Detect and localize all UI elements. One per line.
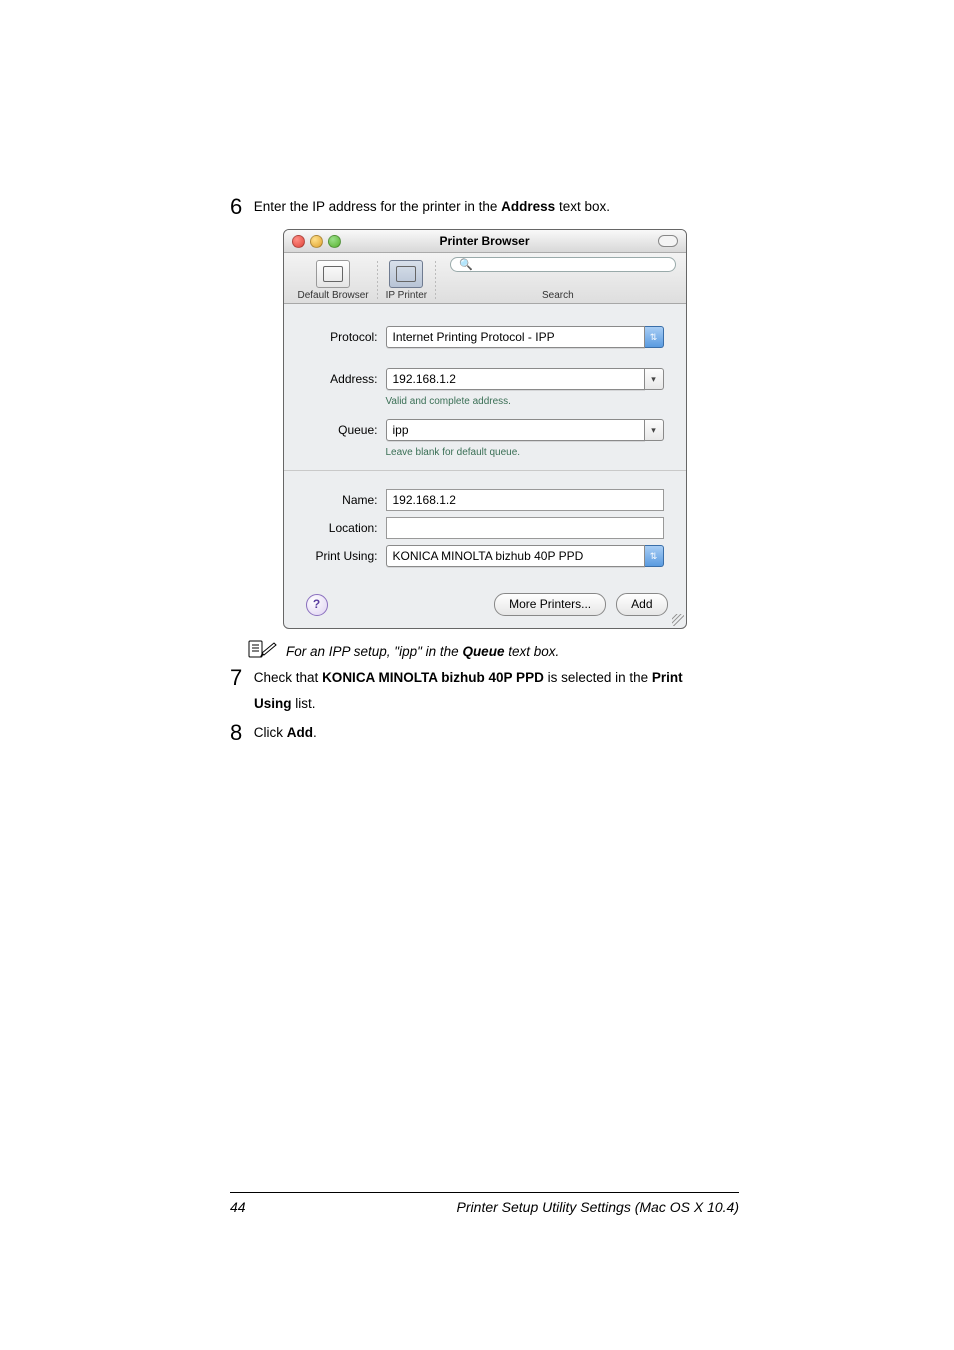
step-7-bold2: Print [652, 670, 683, 685]
default-browser-label: Default Browser [298, 290, 369, 301]
address-input[interactable]: 192.168.1.2 [386, 368, 645, 390]
protocol-label: Protocol: [306, 330, 386, 344]
help-button[interactable]: ? [306, 594, 328, 616]
page-number: 44 [230, 1199, 246, 1215]
printer-ip-icon [396, 266, 416, 282]
step-6-text-bold: Address [501, 199, 555, 214]
step-7-pre: Check that [254, 670, 322, 685]
print-using-label: Print Using: [306, 549, 386, 563]
step-7: 7 Check that KONICA MINOLTA bizhub 40P P… [230, 661, 739, 694]
step-6-text-post: text box. [555, 199, 610, 214]
footer-title: Printer Setup Utility Settings (Mac OS X… [457, 1199, 739, 1215]
titlebar: Printer Browser [284, 230, 686, 253]
step-7-number: 7 [230, 661, 250, 694]
more-printers-button[interactable]: More Printers... [494, 593, 606, 616]
protocol-dropdown-icon[interactable]: ⇅ [645, 326, 664, 348]
protocol-select[interactable]: Internet Printing Protocol - IPP [386, 326, 645, 348]
divider [284, 470, 686, 471]
queue-input[interactable]: ipp [386, 419, 645, 441]
location-label: Location: [306, 521, 386, 535]
print-using-dropdown-icon[interactable]: ⇅ [645, 545, 664, 567]
note-icon [248, 639, 278, 659]
step-8-post: . [313, 725, 317, 740]
ip-printer-label: IP Printer [386, 290, 428, 301]
name-label: Name: [306, 493, 386, 507]
toolbar-toggle-icon[interactable] [658, 235, 678, 247]
step-7-cont-post: list. [292, 696, 316, 711]
toolbar-separator [435, 261, 436, 301]
note-post: text box. [504, 644, 559, 659]
step-8-pre: Click [254, 725, 287, 740]
queue-history-icon[interactable]: ▾ [645, 419, 664, 441]
step-7-cont: Using list. [254, 694, 739, 714]
step-6: 6 Enter the IP address for the printer i… [230, 190, 739, 223]
toolbar: Default Browser IP Printer 🔍 Search [284, 253, 686, 304]
print-using-select[interactable]: KONICA MINOLTA bizhub 40P PPD [386, 545, 645, 567]
add-button[interactable]: Add [616, 593, 667, 616]
step-7-mid: is selected in the [544, 670, 652, 685]
window-title: Printer Browser [284, 234, 686, 248]
resize-handle-icon[interactable] [672, 614, 684, 626]
address-history-icon[interactable]: ▾ [645, 368, 664, 390]
printer-icon [323, 266, 343, 282]
address-label: Address: [306, 372, 386, 386]
toolbar-separator [377, 261, 378, 301]
search-label: Search [440, 290, 675, 301]
step-8: 8 Click Add. [230, 716, 739, 749]
search-icon: 🔍 [459, 258, 473, 271]
printer-browser-dialog: Printer Browser Default Browser IP Print… [283, 229, 687, 629]
note: For an IPP setup, "ipp" in the Queue tex… [248, 639, 739, 659]
note-pre: For an IPP setup, "ipp" in the [286, 644, 462, 659]
page-footer: 44 Printer Setup Utility Settings (Mac O… [230, 1192, 739, 1215]
step-8-bold: Add [287, 725, 313, 740]
step-7-cont-bold: Using [254, 696, 292, 711]
queue-label: Queue: [306, 423, 386, 437]
name-input[interactable] [386, 489, 664, 511]
search-input[interactable]: 🔍 [450, 257, 675, 272]
default-browser-tab[interactable]: Default Browser [294, 260, 373, 301]
step-6-text-pre: Enter the IP address for the printer in … [254, 199, 501, 214]
queue-hint: Leave blank for default queue. [386, 447, 664, 458]
note-bold: Queue [462, 644, 504, 659]
step-7-bold1: KONICA MINOLTA bizhub 40P PPD [322, 670, 544, 685]
step-6-number: 6 [230, 190, 250, 223]
location-input[interactable] [386, 517, 664, 539]
step-8-number: 8 [230, 716, 250, 749]
ip-printer-tab[interactable]: IP Printer [382, 260, 432, 301]
address-hint: Valid and complete address. [386, 396, 664, 407]
